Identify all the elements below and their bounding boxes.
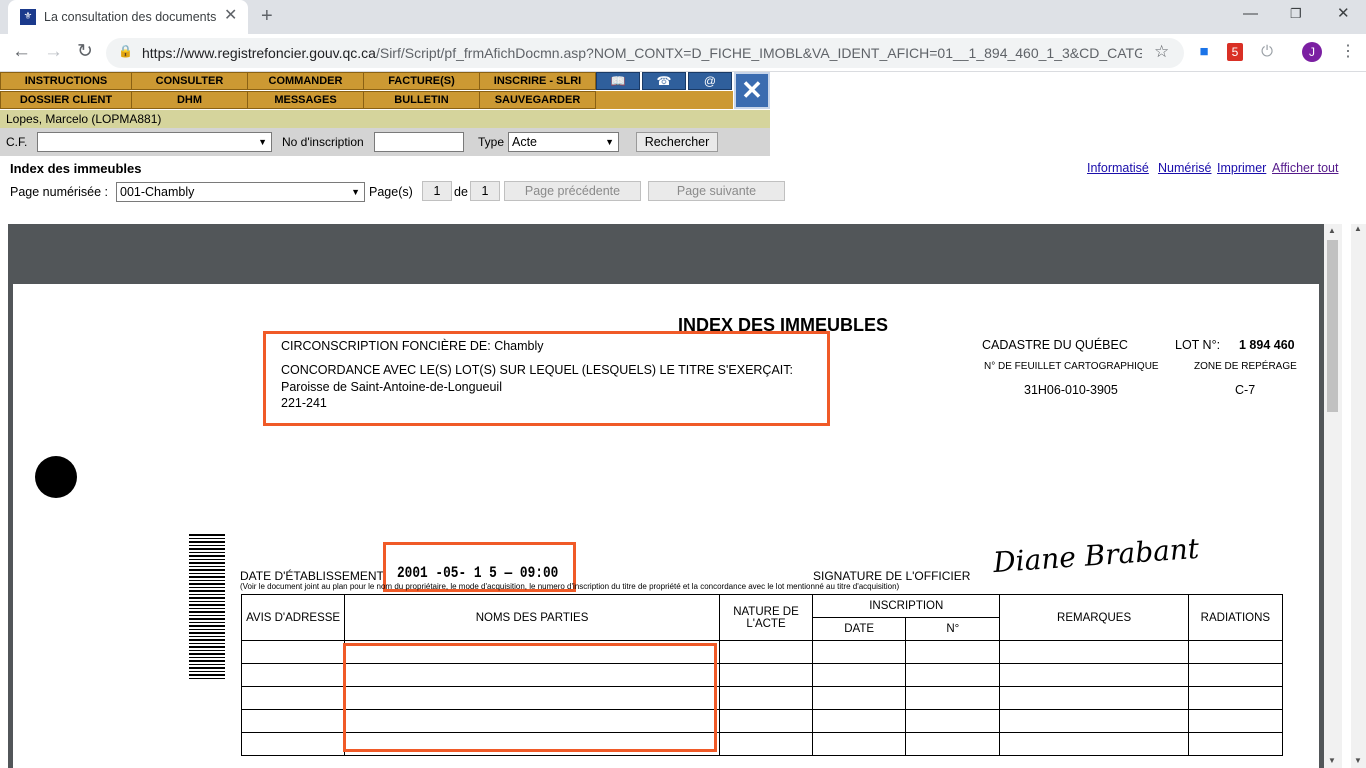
menu-commander[interactable]: COMMANDER xyxy=(247,72,364,90)
url-text: https://www.registrefoncier.gouv.qc.ca/S… xyxy=(142,45,1142,61)
menu-inscrire-slri[interactable]: INSCRIRE - SLRI xyxy=(479,72,596,90)
close-window-icon[interactable]: ✕ xyxy=(1337,6,1350,22)
address-bar[interactable]: 🔒 https://www.registrefoncier.gouv.qc.ca… xyxy=(106,38,1184,68)
close-tab-icon[interactable]: ✕ xyxy=(224,8,237,24)
menu-sauvegarder[interactable]: SAUVEGARDER xyxy=(479,91,596,109)
col-no: N° xyxy=(905,617,1001,641)
index-title: Index des immeubles xyxy=(10,161,142,176)
type-select[interactable]: Acte ▼ xyxy=(508,132,619,152)
col-nature: NATURE DE L'ACTE xyxy=(718,594,814,641)
no-inscription-label: No d'inscription xyxy=(282,135,364,149)
col-noms: NOMS DES PARTIES xyxy=(344,594,720,641)
phone-icon[interactable]: ☎ xyxy=(642,72,686,90)
browser-menu-icon[interactable]: ⋮ xyxy=(1340,43,1356,61)
signature-label: SIGNATURE DE L'OFFICIER xyxy=(813,569,971,583)
menu-messages[interactable]: MESSAGES xyxy=(247,91,364,109)
search-button[interactable]: Rechercher xyxy=(636,132,718,152)
menu-dossier-client[interactable]: DOSSIER CLIENT xyxy=(0,91,132,109)
viewer-scrollbar[interactable]: ▲ ▼ xyxy=(1324,224,1342,768)
chevron-down-icon: ▼ xyxy=(258,137,267,147)
highlight-noms xyxy=(343,643,717,752)
browser-tab[interactable]: ⚜ La consultation des documents d ✕ xyxy=(8,0,248,34)
date-label: DATE D'ÉTABLISSEMENT: xyxy=(240,569,386,583)
back-icon[interactable]: ← xyxy=(12,41,31,63)
barcode xyxy=(189,534,225,680)
col-avis: AVIS D'ADRESSE xyxy=(240,594,346,641)
scroll-up-icon[interactable]: ▲ xyxy=(1354,224,1362,233)
menu-factures[interactable]: FACTURE(S) xyxy=(363,72,480,90)
col-inscription: INSCRIPTION xyxy=(812,594,1001,618)
menu-instructions[interactable]: INSTRUCTIONS xyxy=(0,72,132,90)
document-note: (Voir le document joint au plan pour le … xyxy=(240,582,900,591)
lot-label: LOT N°: xyxy=(1175,338,1221,352)
zone-value: C-7 xyxy=(1235,383,1256,397)
reload-icon[interactable]: ↻ xyxy=(77,41,93,63)
page-select[interactable]: 001-Chambly ▼ xyxy=(116,182,365,202)
zone-label: ZONE DE REPÉRAGE xyxy=(1194,361,1297,372)
link-afficher-tout[interactable]: Afficher tout xyxy=(1272,161,1338,175)
cf-select[interactable]: ▼ xyxy=(37,132,272,152)
feuillet-label: N° DE FEUILLET CARTOGRAPHIQUE xyxy=(984,361,1159,372)
of-label: de xyxy=(454,185,468,199)
forward-icon[interactable]: → xyxy=(44,41,63,63)
chevron-down-icon: ▼ xyxy=(351,187,360,197)
browser-tab-bar: ⚜ La consultation des documents d ✕ + — … xyxy=(0,0,1366,34)
scroll-down-icon[interactable]: ▼ xyxy=(1354,756,1362,765)
link-informatise[interactable]: Informatisé xyxy=(1087,161,1149,175)
col-date: DATE xyxy=(812,617,907,641)
next-page-button[interactable]: Page suivante xyxy=(648,181,785,201)
lock-icon: 🔒 xyxy=(118,44,133,58)
bookmark-star-icon[interactable]: ☆ xyxy=(1154,42,1169,62)
cast-extension-icon[interactable]: ■ xyxy=(1195,43,1213,61)
extension-badge-icon[interactable]: 5 xyxy=(1227,43,1243,61)
menu-consulter[interactable]: CONSULTER xyxy=(131,72,248,90)
browser-toolbar: ← → ↻ 🔒 https://www.registrefoncier.gouv… xyxy=(0,34,1366,72)
punch-hole xyxy=(35,456,77,498)
minimize-icon[interactable]: — xyxy=(1243,6,1258,22)
highlight-circonscription xyxy=(263,331,830,426)
scroll-up-icon[interactable]: ▲ xyxy=(1328,226,1336,235)
feuillet-value: 31H06-010-3905 xyxy=(1024,383,1118,397)
chevron-down-icon: ▼ xyxy=(605,137,614,147)
col-remarques: REMARQUES xyxy=(999,594,1189,641)
lot-value: 1 894 460 xyxy=(1239,338,1295,352)
page-scrollbar[interactable]: ▲ ▼ xyxy=(1351,224,1366,768)
col-radiations: RADIATIONS xyxy=(1187,594,1284,641)
type-label: Type xyxy=(478,135,505,149)
user-name: Lopes, Marcelo (LOPMA881) xyxy=(0,110,770,128)
power-extension-icon[interactable]: ⏻ xyxy=(1258,43,1276,61)
cadastre: CADASTRE DU QUÉBEC xyxy=(982,338,1128,352)
page-total: 1 xyxy=(470,181,500,201)
link-imprimer[interactable]: Imprimer xyxy=(1217,161,1266,175)
menu-filler xyxy=(596,91,733,109)
tab-title: La consultation des documents d xyxy=(44,10,220,24)
previous-page-button[interactable]: Page précédente xyxy=(504,181,641,201)
book-icon[interactable]: 📖 xyxy=(596,72,640,90)
scroll-down-icon[interactable]: ▼ xyxy=(1328,756,1336,765)
close-session-icon[interactable]: ✕ xyxy=(734,72,770,109)
scanned-document-page: INDEX DES IMMEUBLES CIRCONSCRIPTION FONC… xyxy=(13,284,1319,768)
cf-label: C.F. xyxy=(6,135,28,149)
maximize-icon[interactable]: ❐ xyxy=(1290,6,1302,22)
menu-dhm[interactable]: DHM xyxy=(131,91,248,109)
page-current: 1 xyxy=(422,181,452,201)
profile-avatar[interactable]: J xyxy=(1302,42,1322,62)
scrollbar-thumb[interactable] xyxy=(1327,240,1338,412)
email-icon[interactable]: @ xyxy=(688,72,732,90)
menu-bulletin[interactable]: BULLETIN xyxy=(363,91,480,109)
link-numerise[interactable]: Numérisé xyxy=(1158,161,1212,175)
quebec-fleur-de-lis-icon: ⚜ xyxy=(20,9,36,25)
no-inscription-input[interactable] xyxy=(374,132,464,152)
new-tab-icon[interactable]: + xyxy=(261,5,273,27)
pages-label: Page(s) xyxy=(369,185,413,199)
page-label: Page numérisée : xyxy=(10,185,108,199)
search-bar: C.F. ▼ No d'inscription Type Acte ▼ Reche… xyxy=(0,128,770,156)
officer-signature: Diane Brabant xyxy=(992,531,1201,580)
